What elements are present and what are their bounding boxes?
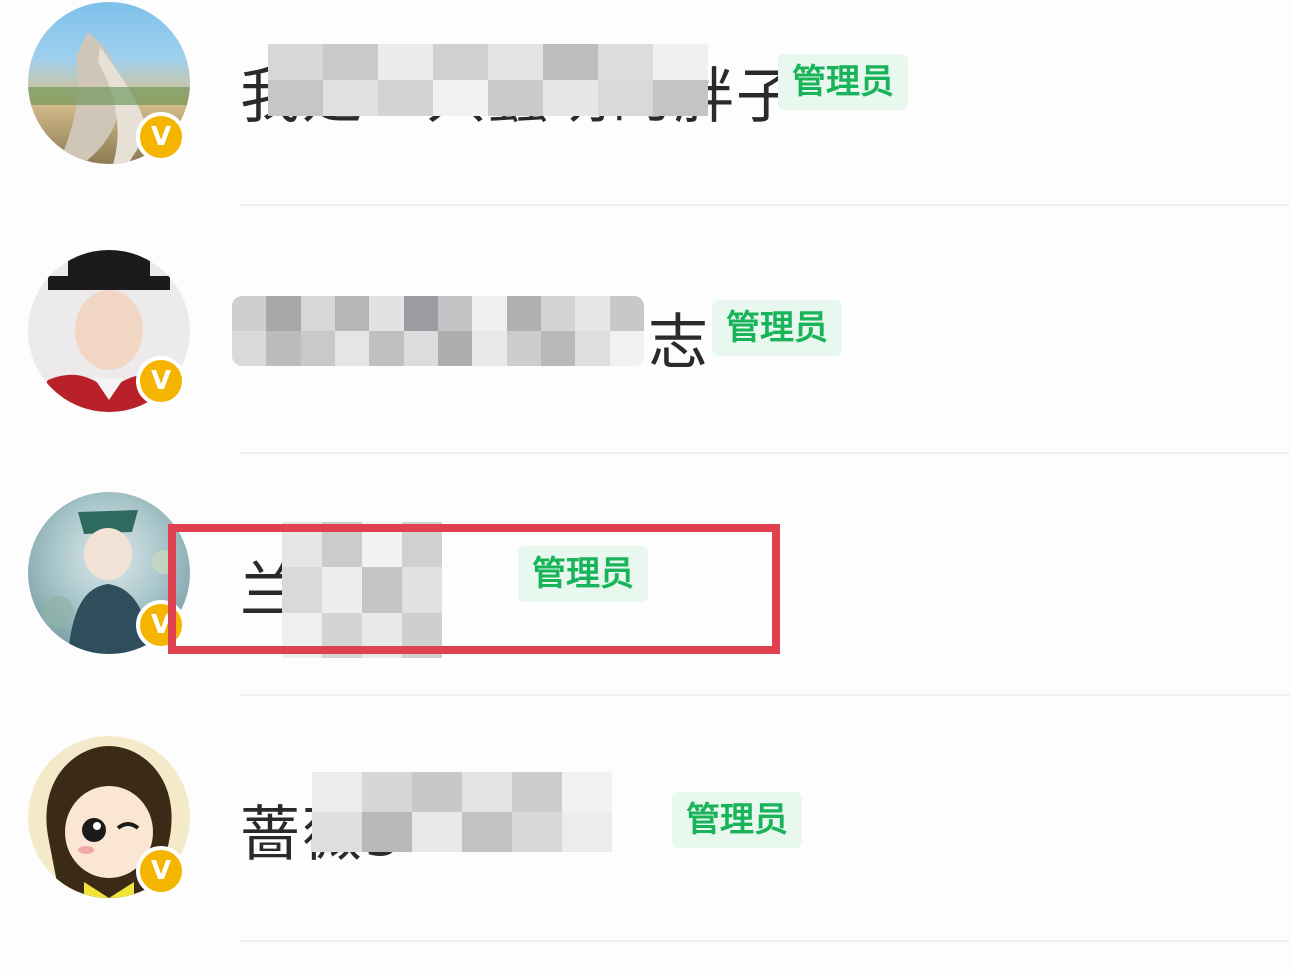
privacy-mosaic [312,772,612,852]
verified-badge-icon: V [136,356,186,406]
highlight-box [168,524,780,654]
privacy-mosaic [268,44,708,116]
privacy-mosaic [232,296,644,366]
row-divider [240,204,1290,206]
member-name[interactable]: 志 [648,294,710,381]
row-divider [240,694,1290,696]
verified-badge-icon: V [136,112,186,162]
verified-badge-icon: V [136,846,186,896]
admin-role-badge: 管理员 [712,300,842,356]
row-divider [240,940,1290,942]
member-row[interactable]: V 我是一只蠢萌的胖子 管理员 [0,0,1292,240]
row-divider [240,452,1290,454]
admin-role-badge: 管理员 [778,54,908,110]
member-row[interactable]: V 兰林 管理员 [0,488,1292,728]
admin-role-badge: 管理员 [672,792,802,848]
member-row[interactable]: V 志 管理员 [0,244,1292,484]
member-row[interactable]: V 蔷薇5 管理员 [0,730,1292,970]
